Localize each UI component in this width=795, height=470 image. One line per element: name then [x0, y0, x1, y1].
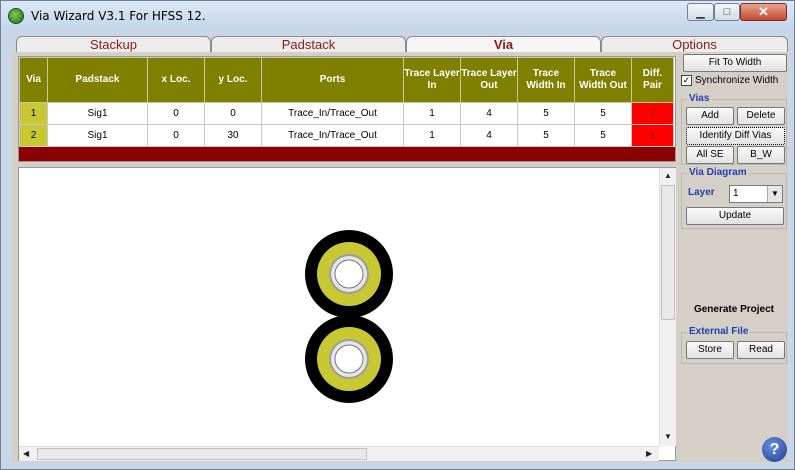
- via-1-drill: [334, 259, 364, 289]
- via-diagram-canvas[interactable]: ▲ ▼ ◀ ▶: [18, 167, 676, 461]
- via-grid: Via Padstack x Loc. y Loc. Ports Trace L…: [19, 57, 674, 147]
- table-row[interactable]: 1 Sig1 0 0 Trace_In/Trace_Out 1 4 5 5 2: [19, 102, 674, 125]
- cell-trace-layer-out[interactable]: 4: [460, 102, 518, 125]
- scroll-up-arrow[interactable]: ▲: [664, 171, 672, 180]
- layer-label: Layer: [688, 187, 715, 198]
- cell-padstack[interactable]: Sig1: [47, 124, 148, 147]
- col-header-trace-width-in[interactable]: Trace Width In: [517, 57, 575, 103]
- help-icon[interactable]: ?: [762, 437, 787, 462]
- cell-ports[interactable]: Trace_In/Trace_Out: [261, 102, 404, 125]
- window-title: Via Wizard V3.1 For HFSS 12.: [31, 9, 206, 23]
- col-header-ports[interactable]: Ports: [261, 57, 404, 103]
- read-button[interactable]: Read: [737, 341, 785, 359]
- cell-trace-width-in[interactable]: 5: [517, 102, 575, 125]
- cell-trace-layer-in[interactable]: 1: [403, 102, 461, 125]
- add-via-button[interactable]: Add: [686, 107, 734, 125]
- maximize-button[interactable]: □: [714, 3, 740, 21]
- tab-padstack[interactable]: Padstack: [211, 36, 406, 53]
- via-diagram: [305, 230, 393, 403]
- tab-stackup[interactable]: Stackup: [16, 36, 211, 53]
- vias-group-label: Vias: [687, 93, 712, 104]
- cell-padstack[interactable]: Sig1: [47, 102, 148, 125]
- col-header-trace-width-out[interactable]: Trace Width Out: [574, 57, 632, 103]
- col-header-x-loc[interactable]: x Loc.: [147, 57, 205, 103]
- cell-y-loc[interactable]: 30: [204, 124, 262, 147]
- title-bar[interactable]: Via Wizard V3.1 For HFSS 12. ▁ □ ✕: [1, 1, 794, 31]
- app-icon: [8, 8, 24, 24]
- table-row[interactable]: 2 Sig1 0 30 Trace_In/Trace_Out 1 4 5 5 1: [19, 124, 674, 147]
- synchronize-width-label: Synchronize Width: [695, 75, 779, 87]
- cell-trace-width-in[interactable]: 5: [517, 124, 575, 147]
- minimize-button[interactable]: ▁: [687, 3, 714, 21]
- identify-diff-vias-button[interactable]: Identify Diff Vias: [686, 127, 785, 145]
- scroll-down-arrow[interactable]: ▼: [664, 432, 672, 441]
- scroll-thumb-horizontal[interactable]: [37, 448, 367, 460]
- b-w-button[interactable]: B_W: [737, 146, 785, 164]
- cell-diff-pair[interactable]: 2: [631, 102, 674, 125]
- via-2-drawing: [305, 315, 393, 403]
- cell-trace-layer-in[interactable]: 1: [403, 124, 461, 147]
- cell-ports[interactable]: Trace_In/Trace_Out: [261, 124, 404, 147]
- cell-y-loc[interactable]: 0: [204, 102, 262, 125]
- via-table: Via Padstack x Loc. y Loc. Ports Trace L…: [18, 56, 676, 162]
- chevron-down-icon[interactable]: ▼: [767, 186, 782, 202]
- store-button[interactable]: Store: [686, 341, 734, 359]
- col-header-trace-layer-in[interactable]: Trace Layer In: [403, 57, 461, 103]
- cell-x-loc[interactable]: 0: [147, 124, 205, 147]
- via-1-drawing: [305, 230, 393, 318]
- table-footer-bar: [19, 147, 675, 161]
- right-panel: Fit To Width ✓ Synchronize Width Vias Add…: [679, 54, 789, 462]
- layer-select-value: 1: [733, 188, 739, 199]
- cell-via[interactable]: 2: [19, 124, 48, 147]
- cell-trace-layer-out[interactable]: 4: [460, 124, 518, 147]
- synchronize-width-checkbox[interactable]: ✓ Synchronize Width: [681, 75, 778, 86]
- col-header-diff-pair[interactable]: Diff. Pair: [631, 57, 674, 103]
- cell-x-loc[interactable]: 0: [147, 102, 205, 125]
- via-2-drill: [334, 344, 364, 374]
- right-panel-spacer: [679, 234, 789, 298]
- delete-via-button[interactable]: Delete: [737, 107, 785, 125]
- update-button[interactable]: Update: [686, 207, 784, 225]
- col-header-padstack[interactable]: Padstack: [47, 57, 148, 103]
- col-header-via[interactable]: Via: [19, 57, 48, 103]
- scroll-right-arrow[interactable]: ▶: [646, 449, 652, 458]
- fit-to-width-button[interactable]: Fit To Width: [683, 54, 787, 72]
- generate-project-button[interactable]: Generate Project: [681, 301, 787, 321]
- col-header-trace-layer-out[interactable]: Trace Layer Out: [460, 57, 518, 103]
- layer-select[interactable]: 1 ▼: [729, 185, 783, 203]
- checkmark-icon: ✓: [681, 75, 692, 86]
- via-diagram-group-label: Via Diagram: [687, 167, 749, 178]
- scroll-thumb-vertical[interactable]: [661, 185, 675, 320]
- cell-trace-width-out[interactable]: 5: [574, 124, 632, 147]
- external-file-group-label: External File: [687, 326, 751, 337]
- close-button[interactable]: ✕: [740, 3, 787, 21]
- cell-via[interactable]: 1: [19, 102, 48, 125]
- cell-diff-pair[interactable]: 1: [631, 124, 674, 147]
- cell-trace-width-out[interactable]: 5: [574, 102, 632, 125]
- col-header-y-loc[interactable]: y Loc.: [204, 57, 262, 103]
- tab-options[interactable]: Options: [601, 36, 788, 53]
- horizontal-scrollbar[interactable]: ◀ ▶: [19, 446, 659, 461]
- scroll-left-arrow[interactable]: ◀: [23, 449, 29, 458]
- all-se-button[interactable]: All SE: [686, 146, 734, 164]
- vertical-scrollbar[interactable]: ▲ ▼: [659, 168, 676, 446]
